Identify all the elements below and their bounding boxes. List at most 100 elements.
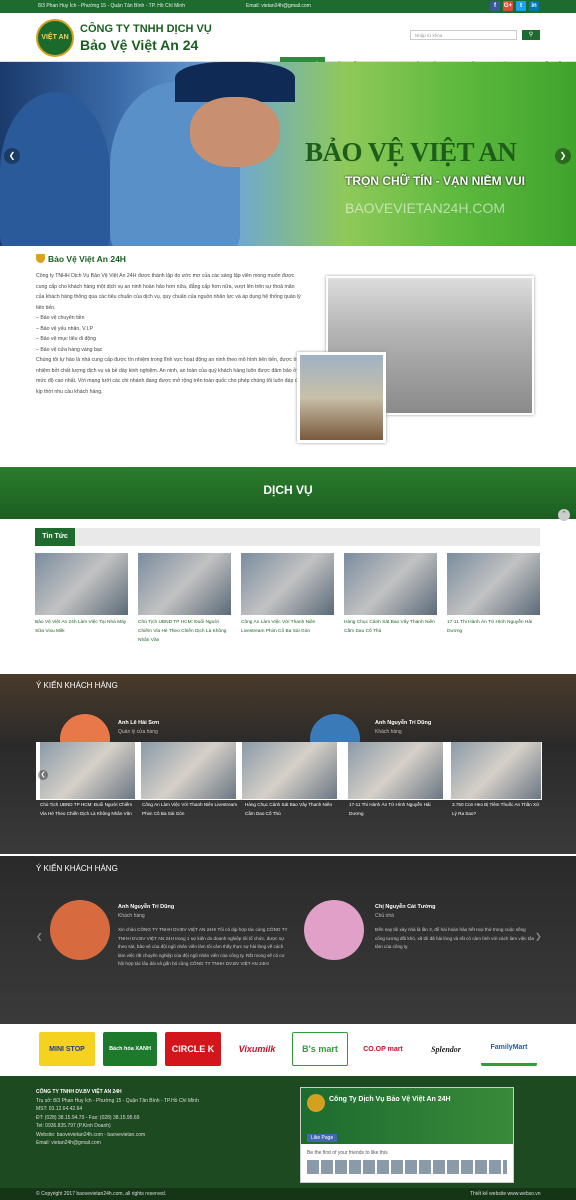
partner-logo[interactable]: Vixumilk xyxy=(229,1032,285,1066)
scroll-top-icon[interactable]: ⌃ xyxy=(558,509,570,521)
guard-figure xyxy=(0,92,110,246)
avatar xyxy=(304,900,364,960)
search-input[interactable]: Nhập từ khóa xyxy=(410,30,517,40)
about-photo-motorbike xyxy=(297,352,386,443)
about-text: Công ty TNHH Dịch Vụ Bảo Vệ Việt An 24H … xyxy=(36,271,304,397)
news-title[interactable]: Bảo Vệ Việt An 24h Làm Việc Tại Nhà Máy … xyxy=(35,618,131,636)
testimonial-quote: Xin chào CÔNG TY TNHH DV.BV VIỆT AN 24H!… xyxy=(118,927,288,966)
footer-company: CÔNG TY TNHH DV.BV VIỆT AN 24H xyxy=(36,1089,122,1095)
news-title[interactable]: Công An Làm Việc Với Thanh Niên Livestre… xyxy=(241,618,337,636)
slider-prev-icon[interactable]: ❮ xyxy=(4,148,20,164)
service-item: – Bảo vệ mục tiêu di động xyxy=(36,336,96,342)
site-header: VIỆT AN CÔNG TY TNHH DỊCH VỤ Bảo Vệ Việt… xyxy=(0,13,576,75)
search-icon[interactable]: ⚲ xyxy=(522,30,540,40)
partner-logo[interactable]: MINI STOP xyxy=(39,1032,95,1066)
about-paragraph: Chúng tôi tự hào là nhà cung cấp được tí… xyxy=(36,357,305,395)
hero-title: BẢO VỆ VIỆT AN xyxy=(305,137,517,167)
news-card[interactable]: Công An Làm Việc Với Thanh Niên Livestre… xyxy=(241,553,337,636)
about-title: Bảo Vệ Việt An 24H xyxy=(48,254,126,264)
service-item: – Bảo vệ cửa hàng vàng bạc xyxy=(36,346,103,353)
footer-contact: CÔNG TY TNHH DV.BV VIỆT AN 24H Trụ sở: 8… xyxy=(36,1088,199,1148)
strip-caption[interactable]: Công An Làm Việc Với Thanh Niên Livestre… xyxy=(142,800,238,818)
avatar xyxy=(50,900,110,960)
partner-logo[interactable]: CIRCLE K xyxy=(165,1032,221,1066)
strip-thumbnail[interactable] xyxy=(348,742,443,799)
news-title[interactable]: 17-11 Thi Hành Án Tử Hình Nguyễn Hải Dươ… xyxy=(447,618,543,636)
fb-page-name[interactable]: Công Ty Dịch Vụ Bảo Vệ Việt An 24H xyxy=(329,1096,451,1103)
strip-prev-icon[interactable]: ❮ xyxy=(38,770,48,780)
design-credit[interactable]: Thiết kế website www.webso.vn xyxy=(470,1191,541,1197)
testimonial-name: Anh Lê Hải Sơn xyxy=(118,720,160,726)
footer-address: Trụ sở: 8/3 Phan Huy Ích - Phường 15 - Q… xyxy=(36,1097,199,1104)
news-card[interactable]: Bảo Vệ Việt An 24h Làm Việc Tại Nhà Máy … xyxy=(35,553,131,636)
footer-website[interactable]: Website: baovevietan24h.com - baovevieta… xyxy=(36,1131,199,1140)
partner-logo[interactable]: B's mart xyxy=(292,1032,348,1066)
partner-logo[interactable]: FamilyMart xyxy=(481,1032,537,1066)
news-thumbnail[interactable] xyxy=(447,553,540,615)
testimonial-next-icon[interactable]: ❯ xyxy=(535,932,542,941)
news-title[interactable]: Chủ Tịch UBND TP HCM: Đuổi Người Chiếm V… xyxy=(138,618,234,645)
strip-caption[interactable]: Hàng Chục Cảnh Sát Bao Vây Thanh Niên Cầ… xyxy=(245,800,341,818)
footer-email[interactable]: Email: vietan24h@gmail.com xyxy=(36,1139,199,1148)
strip-thumbnail[interactable] xyxy=(451,742,541,799)
testimonial-role: Chủ nhà xyxy=(375,913,394,919)
company-logo[interactable]: VIỆT AN xyxy=(36,19,74,57)
strip-caption[interactable]: Chủ Tịch UBND TP HCM: Đuổi Người Chiếm V… xyxy=(40,800,136,818)
news-card[interactable]: Hàng Chục Cảnh Sát Bao Vây Thanh Niên Cầ… xyxy=(344,553,440,636)
news-card[interactable]: 17-11 Thi Hành Án Tử Hình Nguyễn Hải Dươ… xyxy=(447,553,543,636)
fb-page-logo xyxy=(307,1094,325,1112)
fb-friends-text: Be the first of your friends to like thi… xyxy=(307,1150,388,1156)
services-title: DỊCH VỤ xyxy=(263,483,313,497)
guard-face xyxy=(190,97,280,167)
guard-cap xyxy=(175,62,295,102)
partner-logo[interactable]: CO.OP mart xyxy=(355,1032,411,1066)
testimonial-role: Khách hàng xyxy=(375,729,402,735)
strip-caption[interactable]: 3.750 Con Heo Bị Tiêm Thuốc An Thần Xử L… xyxy=(452,800,542,818)
copyright-text: © Copyright 2017 baovevietan24h.com, all… xyxy=(36,1191,167,1197)
news-thumbnail[interactable] xyxy=(344,553,437,615)
news-strip xyxy=(36,742,542,800)
news-thumbnail[interactable] xyxy=(35,553,128,615)
partner-logo[interactable]: Bách hóa XANH xyxy=(103,1032,157,1066)
testimonials-title: Ý KIẾN KHÁCH HÀNG xyxy=(36,864,118,873)
topbar-email[interactable]: Email: vietan24h@gmail.com xyxy=(246,3,311,9)
testimonial-quote: Đến nay tôi xây nhà là lần 3, để hài hoà… xyxy=(375,927,535,949)
testimonial-name: Anh Nguyễn Trí Dũng xyxy=(375,720,432,726)
twitter-icon[interactable]: t xyxy=(516,1,526,11)
news-thumbnail[interactable] xyxy=(138,553,231,615)
about-paragraph: Công ty TNHH Dịch Vụ Bảo Vệ Việt An 24H … xyxy=(36,273,301,311)
footer-tax-id: MST: 03.12.64.42.64 xyxy=(36,1106,83,1112)
copyright-bar: © Copyright 2017 baovevietan24h.com, all… xyxy=(0,1188,576,1200)
news-title[interactable]: Hàng Chục Cảnh Sát Bao Vây Thanh Niên Cầ… xyxy=(344,618,440,636)
facebook-icon[interactable]: f xyxy=(490,1,500,11)
testimonial-prev-icon[interactable]: ❮ xyxy=(36,932,43,941)
partner-logo[interactable]: Splendor xyxy=(418,1032,474,1066)
news-thumbnail[interactable] xyxy=(241,553,334,615)
testimonials-title: Ý KIẾN KHÁCH HÀNG xyxy=(36,681,118,690)
strip-thumbnail[interactable] xyxy=(141,742,236,799)
hero-slogan: TRỌN CHỮ TÍN - VẠN NIỀM VUI xyxy=(345,174,525,188)
testimonial-name: Anh Nguyễn Trí Dũng xyxy=(118,904,175,910)
facebook-widget[interactable]: Công Ty Dịch Vụ Bảo Vệ Việt An 24H Like … xyxy=(300,1087,514,1183)
strip-thumbnail[interactable] xyxy=(40,742,135,799)
service-item: – Bảo vệ chuyên tiền xyxy=(36,315,85,321)
hero-watermark: BAOVEVIETAN24H.COM xyxy=(345,200,506,216)
hero-slider: BẢO VỆ VIỆT AN TRỌN CHỮ TÍN - VẠN NIỀM V… xyxy=(0,62,576,246)
about-heading: Bảo Vệ Việt An 24H xyxy=(36,254,126,264)
testimonial-name: Chị Nguyễn Cát Tường xyxy=(375,904,436,910)
slider-next-icon[interactable]: ❯ xyxy=(555,148,571,164)
company-name-line1: CÔNG TY TNHH DỊCH VỤ xyxy=(80,23,212,35)
fb-like-button[interactable]: Like Page xyxy=(307,1134,338,1142)
linkedin-icon[interactable]: in xyxy=(529,1,539,11)
strip-thumbnail[interactable] xyxy=(242,742,337,799)
news-tabbar xyxy=(35,528,540,546)
top-bar: 8/3 Phan Huy Ích - Phường 15 - Quận Tân … xyxy=(0,0,576,13)
tab-news[interactable]: Tin Tức xyxy=(35,528,75,546)
service-item: – Bảo vệ yếu nhân, V.I.P xyxy=(36,325,93,332)
google-plus-icon[interactable]: G+ xyxy=(503,1,513,11)
strip-caption[interactable]: 17-11 Thi Hành Án Tử Hình Nguyễn Hải Dươ… xyxy=(349,800,445,818)
news-card[interactable]: Chủ Tịch UBND TP HCM: Đuổi Người Chiếm V… xyxy=(138,553,234,645)
footer-tel: Tel: 0936.835.797 (P.Kinh Doanh) xyxy=(36,1123,111,1129)
topbar-address: 8/3 Phan Huy Ích - Phường 15 - Quận Tân … xyxy=(38,3,185,9)
shield-icon xyxy=(36,254,45,263)
